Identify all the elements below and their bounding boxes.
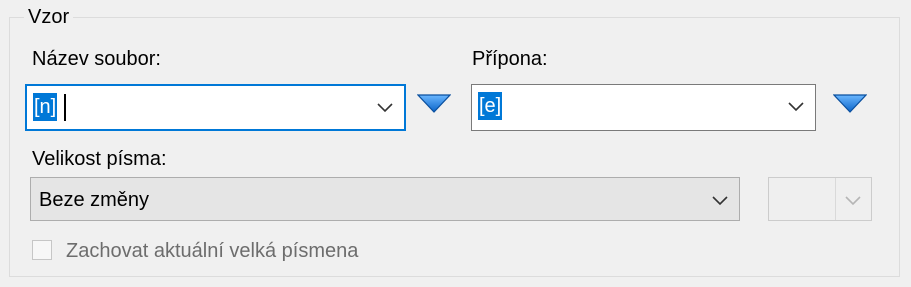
chevron-down-icon bbox=[845, 196, 861, 206]
chevron-down-icon[interactable] bbox=[377, 103, 393, 113]
extension-insert-menu-triangle-down-icon[interactable] bbox=[833, 93, 867, 115]
filename-insert-menu-triangle-down-icon[interactable] bbox=[417, 93, 451, 115]
font-size-value: Beze změny bbox=[39, 189, 150, 211]
keep-uppercase-checkbox[interactable] bbox=[32, 240, 52, 260]
filename-value[interactable]: [n] bbox=[33, 93, 58, 121]
extension-value[interactable]: [e] bbox=[478, 92, 503, 120]
extension-combobox[interactable]: [e] bbox=[471, 84, 816, 131]
dropdown-divider bbox=[835, 178, 836, 220]
text-caret bbox=[64, 94, 66, 121]
filename-label: Název soubor: bbox=[32, 48, 161, 70]
font-size-secondary-dropdown bbox=[768, 177, 872, 221]
chevron-down-icon[interactable] bbox=[712, 196, 728, 206]
font-size-dropdown[interactable]: Beze změny bbox=[30, 177, 740, 221]
extension-label: Přípona: bbox=[472, 48, 548, 70]
font-size-label: Velikost písma: bbox=[32, 148, 167, 170]
chevron-down-icon[interactable] bbox=[788, 102, 804, 112]
filename-combobox[interactable]: [n] bbox=[25, 84, 406, 131]
group-title: Vzor bbox=[24, 4, 74, 30]
keep-uppercase-label: Zachovat aktuální velká písmena bbox=[66, 240, 359, 262]
